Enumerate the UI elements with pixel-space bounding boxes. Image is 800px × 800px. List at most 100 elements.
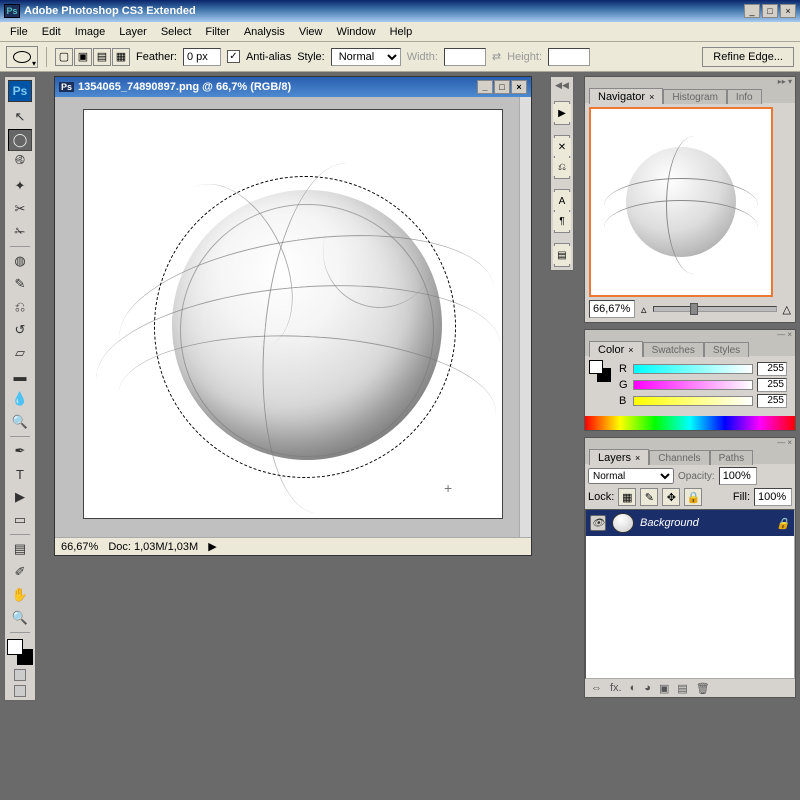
notes-tool[interactable]: ▤ bbox=[8, 538, 32, 560]
dock-history-icon[interactable]: ▶ bbox=[553, 104, 571, 122]
tab-channels[interactable]: Channels bbox=[649, 450, 709, 465]
menu-layer[interactable]: Layer bbox=[113, 24, 153, 40]
color-swatches[interactable] bbox=[7, 639, 33, 665]
tab-info[interactable]: Info bbox=[727, 89, 762, 104]
clone-stamp-tool[interactable]: ⎌ bbox=[8, 296, 32, 318]
doc-maximize-button[interactable]: □ bbox=[494, 80, 510, 94]
dock-clonesource-icon[interactable]: ⎌ bbox=[553, 158, 571, 176]
gradient-tool[interactable]: ▬ bbox=[8, 365, 32, 387]
antialias-checkbox[interactable]: ✓ bbox=[227, 50, 240, 63]
b-slider[interactable] bbox=[633, 396, 753, 406]
visibility-toggle-icon[interactable]: 👁 bbox=[590, 515, 606, 531]
maximize-button[interactable]: □ bbox=[762, 4, 778, 18]
flyout-arrow-icon[interactable]: ▶ bbox=[208, 540, 216, 553]
layer-style-button[interactable]: fx. bbox=[610, 682, 622, 694]
selection-intersect-button[interactable]: ▦ bbox=[112, 48, 130, 66]
history-brush-tool[interactable]: ↺ bbox=[8, 319, 32, 341]
dodge-tool[interactable]: 🔍 bbox=[8, 411, 32, 433]
magic-wand-tool[interactable]: ✦ bbox=[8, 175, 32, 197]
link-layers-button[interactable]: ⇔ bbox=[591, 682, 602, 694]
eyedropper-tool[interactable]: ✐ bbox=[8, 561, 32, 583]
zoom-readout[interactable]: 66,67% bbox=[61, 541, 98, 553]
layer-name[interactable]: Background bbox=[640, 517, 699, 529]
delete-layer-button[interactable]: 🗑 bbox=[696, 682, 710, 695]
menu-file[interactable]: File bbox=[4, 24, 34, 40]
layer-mask-button[interactable]: ◐ bbox=[630, 682, 637, 694]
dock-collapse-icon[interactable]: ◀◀ bbox=[554, 80, 570, 91]
layer-row-background[interactable]: 👁 Background 🔒 bbox=[586, 510, 794, 536]
color-spectrum[interactable] bbox=[585, 416, 795, 430]
path-selection-tool[interactable]: ▶ bbox=[8, 486, 32, 508]
type-tool[interactable]: T bbox=[8, 463, 32, 485]
adjustment-layer-button[interactable]: ◕ bbox=[644, 682, 651, 694]
b-value[interactable]: 255 bbox=[757, 394, 787, 408]
navigator-thumbnail[interactable] bbox=[589, 107, 773, 297]
document-titlebar[interactable]: Ps 1354065_74890897.png @ 66,7% (RGB/8) … bbox=[55, 77, 531, 97]
selection-subtract-button[interactable]: ▤ bbox=[93, 48, 111, 66]
refine-edge-button[interactable]: Refine Edge... bbox=[702, 47, 794, 67]
pen-tool[interactable]: ✒ bbox=[8, 440, 32, 462]
screenmode-button[interactable] bbox=[14, 685, 26, 697]
lock-all-button[interactable]: 🔒 bbox=[684, 488, 702, 506]
minimize-button[interactable]: _ bbox=[744, 4, 760, 18]
feather-input[interactable] bbox=[183, 48, 221, 66]
dock-layercomps-icon[interactable]: ▤ bbox=[553, 246, 571, 264]
move-tool[interactable]: ↖ bbox=[8, 106, 32, 128]
selection-new-button[interactable]: ▢ bbox=[55, 48, 73, 66]
blend-mode-select[interactable]: Normal bbox=[588, 468, 674, 484]
dock-brushes-icon[interactable]: ✕ bbox=[553, 138, 571, 156]
new-layer-button[interactable]: ▤ bbox=[677, 682, 687, 695]
tool-preset-dropdown[interactable] bbox=[6, 46, 38, 68]
tab-color[interactable]: Color× bbox=[589, 341, 643, 357]
canvas[interactable]: + bbox=[83, 109, 503, 519]
menu-select[interactable]: Select bbox=[155, 24, 198, 40]
doc-close-button[interactable]: × bbox=[511, 80, 527, 94]
menu-image[interactable]: Image bbox=[69, 24, 112, 40]
color-fg-swatch[interactable] bbox=[589, 360, 603, 374]
hand-tool[interactable]: ✋ bbox=[8, 584, 32, 606]
brush-tool[interactable]: ✎ bbox=[8, 273, 32, 295]
panel-handle[interactable]: — × bbox=[585, 330, 795, 338]
layer-thumbnail[interactable] bbox=[612, 513, 634, 533]
lasso-tool[interactable]: ࿋ bbox=[8, 152, 32, 174]
slice-tool[interactable]: ✁ bbox=[8, 221, 32, 243]
opacity-input[interactable] bbox=[719, 467, 757, 485]
zoom-out-icon[interactable]: ▵ bbox=[641, 303, 647, 316]
crop-tool[interactable]: ✂ bbox=[8, 198, 32, 220]
style-select[interactable]: Normal bbox=[331, 48, 401, 66]
tab-layers[interactable]: Layers× bbox=[589, 449, 649, 465]
canvas-area[interactable]: + bbox=[55, 97, 531, 537]
tab-navigator[interactable]: Navigator× bbox=[589, 88, 663, 104]
r-value[interactable]: 255 bbox=[757, 362, 787, 376]
selection-add-button[interactable]: ▣ bbox=[74, 48, 92, 66]
foreground-color-swatch[interactable] bbox=[7, 639, 23, 655]
lock-transparency-button[interactable]: ▦ bbox=[618, 488, 636, 506]
zoom-in-icon[interactable]: △ bbox=[783, 303, 791, 316]
g-value[interactable]: 255 bbox=[757, 378, 787, 392]
menu-help[interactable]: Help bbox=[384, 24, 419, 40]
lock-position-button[interactable]: ✥ bbox=[662, 488, 680, 506]
r-slider[interactable] bbox=[633, 364, 753, 374]
menu-view[interactable]: View bbox=[293, 24, 329, 40]
color-panel-swatches[interactable] bbox=[589, 360, 611, 382]
fill-input[interactable] bbox=[754, 488, 792, 506]
new-group-button[interactable]: ▣ bbox=[659, 682, 669, 695]
close-button[interactable]: × bbox=[780, 4, 796, 18]
menu-edit[interactable]: Edit bbox=[36, 24, 67, 40]
healing-brush-tool[interactable]: ◍ bbox=[8, 250, 32, 272]
eraser-tool[interactable]: ▱ bbox=[8, 342, 32, 364]
dock-character-icon[interactable]: A bbox=[553, 192, 571, 210]
navigator-zoom-input[interactable] bbox=[589, 300, 635, 318]
menu-window[interactable]: Window bbox=[330, 24, 381, 40]
navigator-zoom-slider[interactable] bbox=[653, 306, 777, 312]
quickmask-button[interactable] bbox=[14, 669, 26, 681]
panel-handle[interactable]: — × bbox=[585, 438, 795, 446]
vertical-scrollbar[interactable] bbox=[519, 97, 531, 537]
lock-paint-button[interactable]: ✎ bbox=[640, 488, 658, 506]
dock-paragraph-icon[interactable]: ¶ bbox=[553, 212, 571, 230]
zoom-tool[interactable]: 🔍 bbox=[8, 607, 32, 629]
menu-filter[interactable]: Filter bbox=[199, 24, 235, 40]
doc-minimize-button[interactable]: _ bbox=[477, 80, 493, 94]
g-slider[interactable] bbox=[633, 380, 753, 390]
tab-styles[interactable]: Styles bbox=[704, 342, 749, 357]
